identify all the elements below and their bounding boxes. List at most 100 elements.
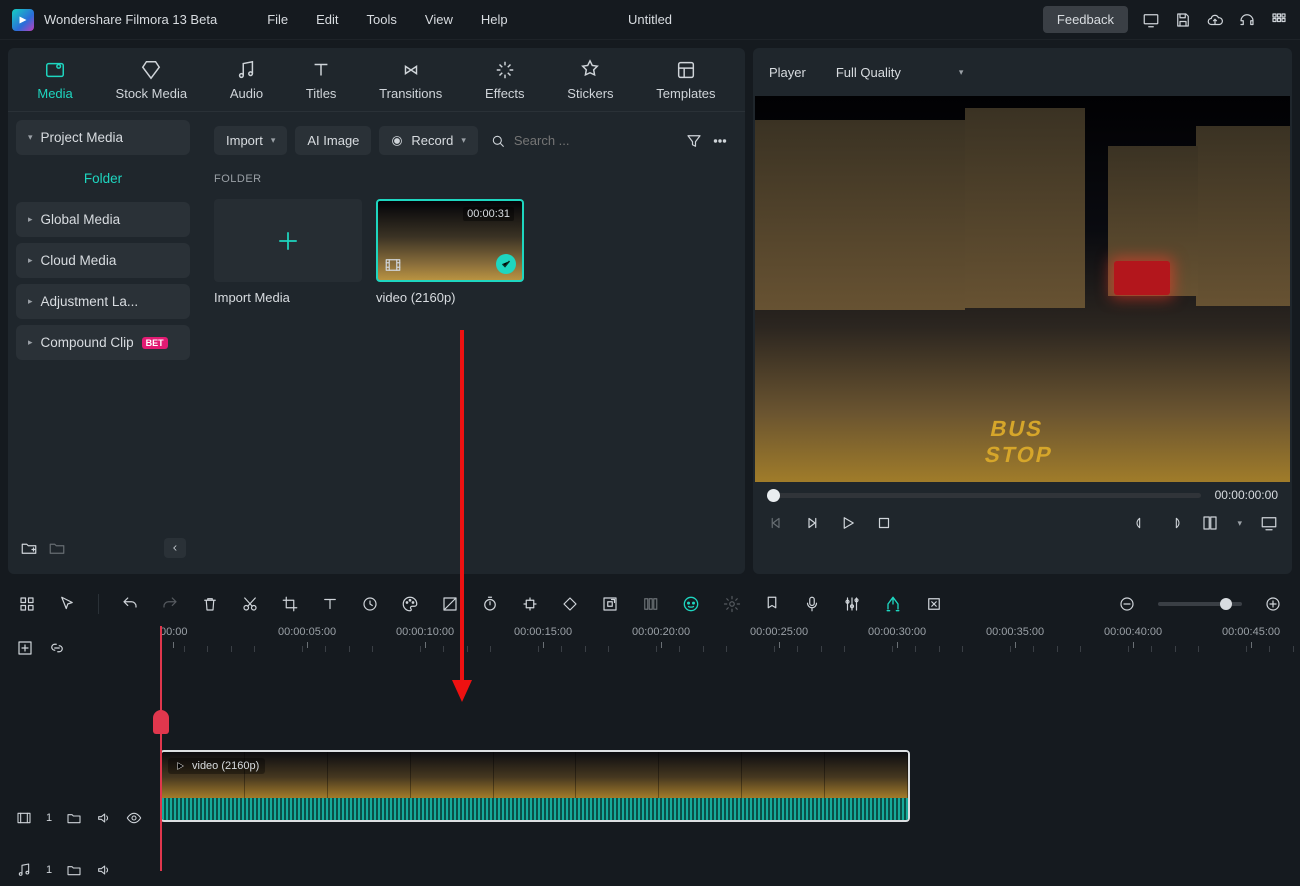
scrub-bar[interactable] [767,493,1201,498]
tab-transitions[interactable]: Transitions [379,59,442,101]
sidebar-item-global-media[interactable]: ▸Global Media [16,202,190,237]
media-browser: Import▾ AI Image Record▾ FOLDER Import M… [198,112,745,574]
import-dropdown[interactable]: Import▾ [214,126,287,155]
snapshot-icon[interactable] [1201,514,1219,532]
import-tile[interactable]: Import Media [214,199,362,305]
new-folder-icon[interactable] [20,539,38,557]
timeline-clip[interactable]: video (2160p) [160,750,910,822]
zoom-in-icon[interactable] [1264,595,1282,613]
add-track-icon[interactable] [16,639,34,657]
delete-icon[interactable] [201,595,219,613]
menu-tools[interactable]: Tools [367,12,397,27]
mark-out-icon[interactable] [1167,515,1183,531]
menu-help[interactable]: Help [481,12,508,27]
marker-icon[interactable] [763,595,781,613]
search-input[interactable] [514,133,594,148]
track-headers: 1 1 [0,626,160,871]
panel-tabs: Media Stock Media Audio Titles Transitio… [8,48,745,112]
magnet-icon[interactable] [883,594,903,614]
next-frame-icon[interactable] [803,514,821,532]
app-logo [12,9,34,31]
collapse-sidebar-button[interactable] [164,538,186,558]
video-track-icon [16,810,32,826]
play-icon[interactable] [839,514,857,532]
zoom-slider[interactable] [1158,602,1242,606]
audio-mute-icon[interactable] [96,862,112,878]
preview-viewport[interactable]: BUS STOP [755,96,1290,482]
sidebar-item-cloud-media[interactable]: ▸Cloud Media [16,243,190,278]
text-icon[interactable] [321,595,339,613]
ai-assist-icon[interactable] [681,594,701,614]
voiceover-icon[interactable] [803,595,821,613]
autobeat-icon[interactable] [723,595,741,613]
media-clip-tile[interactable]: 00:00:31 video (2160p) [376,199,524,305]
visibility-icon[interactable] [126,810,142,826]
prev-frame-icon[interactable] [767,514,785,532]
tab-templates[interactable]: Templates [656,59,715,101]
beta-badge: BET [142,337,168,349]
display-icon[interactable] [1142,11,1160,29]
render-icon[interactable] [641,595,659,613]
menu-file[interactable]: File [267,12,288,27]
audio-track-header[interactable]: 1 [0,854,160,886]
cut-all-icon[interactable] [925,595,943,613]
filter-icon[interactable] [685,132,703,150]
audio-lock-icon[interactable] [66,862,82,878]
record-dropdown[interactable]: Record▾ [379,126,477,155]
menu-edit[interactable]: Edit [316,12,338,27]
playhead[interactable] [160,626,162,871]
app-title: Wondershare Filmora 13 Beta [44,12,217,27]
timer-icon[interactable] [481,595,499,613]
player-label: Player [769,65,806,80]
zoom-handle[interactable] [1220,598,1232,610]
tab-media[interactable]: Media [37,59,72,101]
tab-stock-media[interactable]: Stock Media [116,59,188,101]
crop-icon[interactable] [281,595,299,613]
ruler[interactable]: 00:0000:00:05:0000:00:10:0000:00:15:0000… [160,626,1300,658]
apps-grid-icon[interactable] [1270,11,1288,29]
zoom-out-icon[interactable] [1118,595,1136,613]
timeline: 1 1 00:0000:00:05:0000:00:10:0000:00:15:… [0,626,1300,871]
document-name: Untitled [628,12,672,27]
sidebar-item-compound-clip[interactable]: ▸Compound ClipBET [16,325,190,360]
speed-icon[interactable] [361,595,379,613]
mute-icon[interactable] [96,810,112,826]
tab-stickers[interactable]: Stickers [567,59,613,101]
menu-view[interactable]: View [425,12,453,27]
mark-in-icon[interactable] [1133,515,1149,531]
section-label: FOLDER [214,173,729,185]
sidebar-item-project-media[interactable]: ▾Project Media [16,120,190,155]
media-sidebar: ▾Project Media Folder ▸Global Media ▸Clo… [8,112,198,574]
color-icon[interactable] [401,595,419,613]
sidebar-item-adjustment-layer[interactable]: ▸Adjustment La... [16,284,190,319]
stop-icon[interactable] [875,514,893,532]
save-icon[interactable] [1174,11,1192,29]
quality-dropdown[interactable]: Full Quality▾ [824,58,976,87]
cut-icon[interactable] [241,595,259,613]
timeline-tracks[interactable]: 00:0000:00:05:0000:00:10:0000:00:15:0000… [160,626,1300,871]
ai-image-button[interactable]: AI Image [295,126,371,155]
green-screen-icon[interactable] [601,595,619,613]
preview-panel: Player Full Quality▾ BUS STOP 00:00:00:0… [753,48,1292,574]
more-icon[interactable] [711,132,729,150]
audio-mixer-icon[interactable] [843,595,861,613]
adjust-icon[interactable] [441,595,459,613]
video-track-header[interactable]: 1 [0,788,160,848]
tab-titles[interactable]: Titles [306,59,337,101]
lock-icon[interactable] [66,810,82,826]
feedback-button[interactable]: Feedback [1043,6,1128,33]
sidebar-item-folder[interactable]: Folder [16,161,190,196]
fullscreen-icon[interactable] [1260,514,1278,532]
tab-effects[interactable]: Effects [485,59,525,101]
undo-icon[interactable] [121,595,139,613]
pointer-icon[interactable] [58,595,76,613]
layout-icon[interactable] [18,595,36,613]
headset-icon[interactable] [1238,11,1256,29]
link-icon[interactable] [48,639,66,657]
cloud-icon[interactable] [1206,11,1224,29]
keyframe-add-icon[interactable] [521,595,539,613]
redo-icon[interactable] [161,595,179,613]
tab-audio[interactable]: Audio [230,59,263,101]
scrub-handle[interactable] [767,489,780,502]
keyframe-icon[interactable] [561,595,579,613]
